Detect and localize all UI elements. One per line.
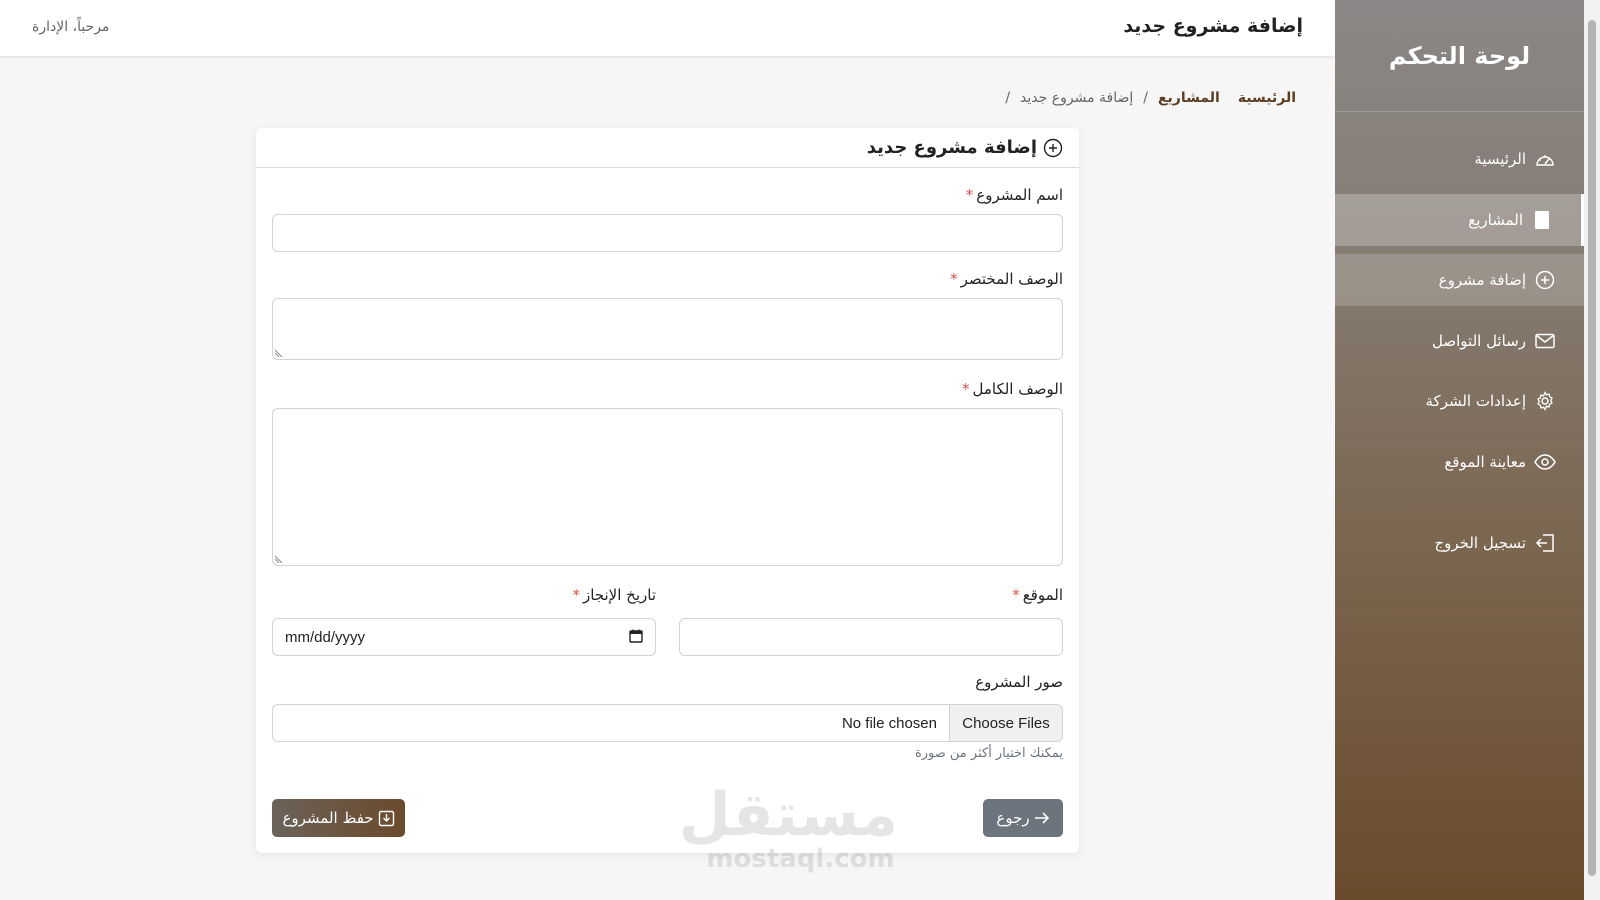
save-project-button[interactable]: حفظ المشروع: [272, 799, 405, 837]
page-title: إضافة مشروع جديد: [1123, 15, 1303, 37]
document-icon: [1531, 209, 1553, 231]
required-mark: *: [1012, 586, 1020, 604]
project-images-file-input[interactable]: Choose Files No file chosen: [272, 704, 1063, 742]
watermark-logo: مستقل mostaql.com: [678, 780, 898, 875]
sidebar-item-label: الرئيسية: [1474, 150, 1526, 168]
completion-date-label: تاريخ الإنجاز*: [572, 586, 656, 604]
completion-date-input[interactable]: mm/dd/yyyy: [272, 618, 656, 656]
breadcrumb-current: إضافة مشروع جديد: [1020, 90, 1134, 106]
watermark-latin: mostaql.com: [706, 844, 895, 874]
project-name-label: اسم المشروع*: [966, 186, 1063, 204]
card-header: إضافة مشروع جديد: [256, 128, 1079, 168]
sidebar-item-label: معاينة الموقع: [1444, 453, 1526, 471]
short-description-textarea[interactable]: [272, 298, 1063, 360]
plus-circle-icon: [1043, 138, 1063, 158]
sidebar-item-logout[interactable]: تسجيل الخروج: [1335, 517, 1584, 569]
location-label-text: الموقع: [1022, 586, 1063, 604]
sidebar: لوحة التحكم الرئيسية المشاريع إضافة مشرو…: [1335, 0, 1584, 900]
required-mark: *: [965, 186, 974, 204]
speedometer-icon: [1534, 148, 1556, 170]
project-images-label: صور المشروع: [975, 673, 1063, 691]
project-name-label-text: اسم المشروع: [976, 186, 1063, 204]
sidebar-item-company-settings[interactable]: إعدادات الشركة: [1335, 375, 1584, 427]
watermark-arabic: مستقل: [678, 780, 898, 850]
short-description-label-text: الوصف المختصر: [960, 270, 1063, 288]
breadcrumb-projects-link[interactable]: المشاريع: [1158, 90, 1220, 106]
completion-date-label-text: تاريخ الإنجاز: [582, 586, 656, 604]
file-status-text: No file chosen: [841, 714, 937, 732]
resize-handle-icon[interactable]: [275, 555, 283, 563]
page-scrollbar[interactable]: [1584, 0, 1600, 900]
sidebar-item-add-project[interactable]: إضافة مشروع: [1335, 254, 1584, 306]
location-input[interactable]: [679, 618, 1063, 656]
full-description-label-text: الوصف الكامل: [972, 380, 1063, 398]
calendar-icon[interactable]: [629, 628, 643, 647]
breadcrumb-separator: /: [1143, 90, 1148, 106]
date-placeholder: mm/dd/yyyy: [285, 628, 366, 646]
required-mark: *: [572, 586, 580, 604]
scrollbar-thumb[interactable]: [1588, 20, 1596, 876]
resize-handle-icon[interactable]: [275, 349, 283, 357]
plus-circle-icon: [1534, 269, 1556, 291]
sidebar-item-home[interactable]: الرئيسية: [1335, 133, 1584, 185]
gear-icon: [1534, 390, 1556, 412]
eye-icon: [1534, 451, 1556, 473]
location-label: الموقع*: [1012, 586, 1063, 604]
sidebar-item-projects[interactable]: المشاريع: [1335, 194, 1584, 246]
breadcrumb: الرئيسية المشاريع / إضافة مشروع جديد /: [995, 90, 1296, 106]
full-description-label: الوصف الكامل*: [962, 380, 1063, 398]
save-download-icon: [378, 810, 395, 827]
required-mark: *: [950, 270, 958, 288]
sidebar-item-label: المشاريع: [1468, 211, 1523, 229]
welcome-text: مرحباً، الإدارة: [32, 19, 110, 35]
arrow-right-icon: [1034, 812, 1050, 824]
project-name-input[interactable]: [272, 214, 1063, 252]
sidebar-item-label: رسائل التواصل: [1432, 332, 1526, 350]
top-bar: إضافة مشروع جديد مرحباً، الإدارة: [0, 0, 1335, 56]
add-project-card: إضافة مشروع جديد اسم المشروع* الوصف المخ…: [256, 128, 1079, 853]
images-hint-text: يمكنك اختيار أكثر من صورة: [914, 746, 1063, 761]
sidebar-item-label: إعدادات الشركة: [1425, 392, 1526, 410]
sidebar-item-label: تسجيل الخروج: [1434, 534, 1526, 552]
breadcrumb-home-link[interactable]: الرئيسية: [1238, 90, 1296, 106]
choose-files-button[interactable]: Choose Files: [949, 705, 1062, 741]
full-description-textarea[interactable]: [272, 408, 1063, 566]
sidebar-item-label: إضافة مشروع: [1438, 271, 1526, 289]
required-mark: *: [961, 380, 970, 398]
envelope-icon: [1534, 330, 1556, 352]
card-title: إضافة مشروع جديد: [866, 137, 1037, 158]
back-label: رجوع: [996, 809, 1030, 827]
logout-icon: [1534, 532, 1556, 554]
back-button[interactable]: رجوع: [983, 799, 1063, 837]
save-project-label: حفظ المشروع: [282, 809, 374, 827]
short-description-label: الوصف المختصر*: [950, 270, 1063, 288]
sidebar-item-site-preview[interactable]: معاينة الموقع: [1335, 436, 1584, 488]
sidebar-item-messages[interactable]: رسائل التواصل: [1335, 315, 1584, 367]
sidebar-title: لوحة التحكم: [1335, 0, 1584, 112]
breadcrumb-separator: /: [1005, 90, 1011, 106]
